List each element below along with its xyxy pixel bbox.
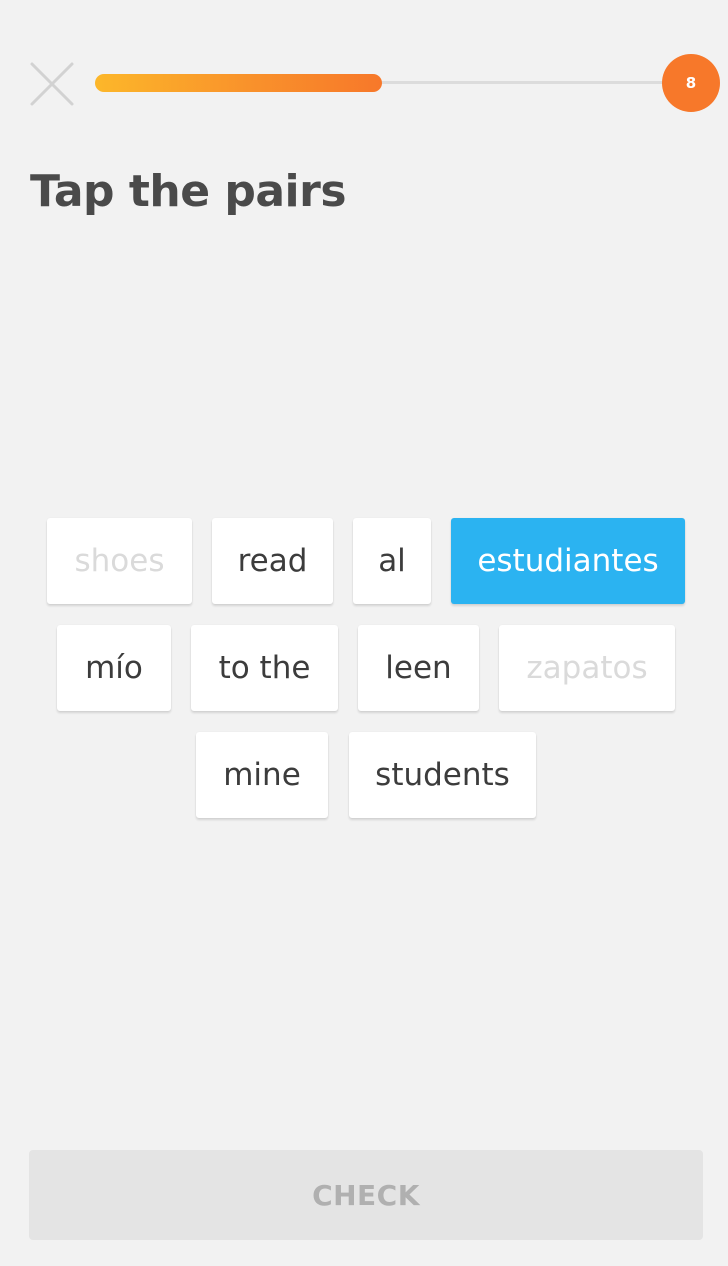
tile-read[interactable]: read	[212, 518, 333, 604]
tile-to-the[interactable]: to the	[191, 625, 338, 711]
tile-al[interactable]: al	[353, 518, 431, 604]
tile-students[interactable]: students	[349, 732, 536, 818]
streak-badge: 8	[662, 54, 720, 112]
tile-mio[interactable]: mío	[57, 625, 171, 711]
tile-estudiantes[interactable]: estudiantes	[451, 518, 685, 604]
progress-bar-fill	[95, 74, 382, 92]
check-button[interactable]: CHECK	[29, 1150, 703, 1240]
tile-leen[interactable]: leen	[358, 625, 479, 711]
close-button[interactable]	[28, 60, 76, 108]
tile-zapatos[interactable]: zapatos	[499, 625, 675, 711]
close-icon	[30, 62, 74, 106]
tile-shoes[interactable]: shoes	[47, 518, 192, 604]
tile-mine[interactable]: mine	[196, 732, 328, 818]
lesson-prompt: Tap the pairs	[30, 166, 347, 217]
